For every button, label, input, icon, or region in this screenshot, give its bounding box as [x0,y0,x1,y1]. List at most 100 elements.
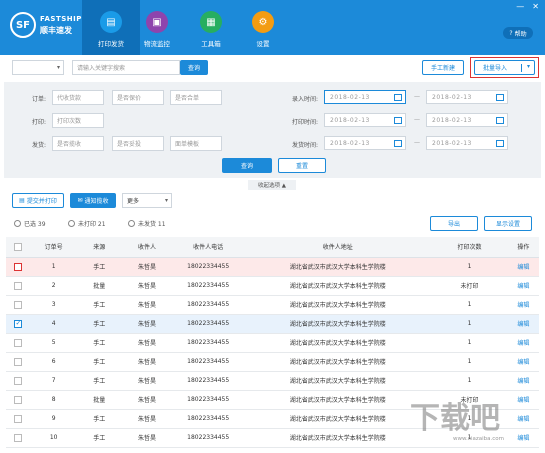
select-all-checkbox[interactable] [14,242,23,251]
source: 手工 [76,295,123,315]
edit-link[interactable]: 编辑 [517,378,529,385]
tab-unshipped[interactable]: 未发货 11 [128,219,166,228]
calendar-icon[interactable] [394,94,402,101]
recipient: 朱哲昊 [122,409,172,429]
date-field[interactable]: 2018-02-13 [426,90,508,104]
order-no: 6 [30,352,77,372]
filter-select[interactable]: 是否合单 [170,90,222,105]
chevron-down-icon: ▾ [164,197,168,204]
help-icon: ? [509,29,513,37]
nav-settings[interactable]: ⚙ 设置 [234,0,292,55]
chevron-down-icon: ▾ [56,64,60,71]
row-checkbox[interactable] [14,414,23,423]
filter-select[interactable]: 是否妥投 [112,136,164,151]
row-checkbox[interactable] [14,300,23,309]
row-checkbox[interactable] [14,395,23,404]
circle-icon [128,220,135,227]
reset-button[interactable]: 重置 [278,158,326,173]
close-button[interactable]: ✕ [532,2,539,11]
source: 手工 [76,428,123,448]
recipient: 朱哲昊 [122,390,172,410]
print-count: 1 [431,314,508,334]
table-row[interactable]: 5 手工 朱哲昊 18022334455 湖北省武汉市武汉大学本科生学院楼 1 编辑 [6,333,539,353]
source: 手工 [76,333,123,353]
recipient: 朱哲昊 [122,371,172,391]
minimize-button[interactable]: — [516,2,524,11]
edit-link[interactable]: 编辑 [517,359,529,366]
table-row[interactable]: 4手工朱哲昊18022334455湖北省武汉市武汉大学本科生学院楼1 编辑 [6,314,539,334]
col-operation: 操作 [507,237,539,258]
nav-toolbox[interactable]: ▦ 工具箱 [182,0,240,55]
ship-time-label: 发货时间: [292,142,319,149]
row-checkbox[interactable] [14,262,23,271]
phone: 18022334455 [171,333,245,353]
order-no: 4 [30,314,77,334]
submit-print-button[interactable]: ▤ 提交并打印 [12,193,64,208]
date-field[interactable]: 2018-02-13 [324,113,406,127]
filter-select[interactable]: 代收货款 [52,90,104,105]
row-checkbox[interactable] [14,281,23,290]
order-no: 8 [30,390,77,410]
table-row[interactable]: 3 手工 朱哲昊 18022334455 湖北省武汉市武汉大学本科生学院楼 1 编辑 [6,295,539,315]
tab-selected[interactable]: 已选 39 [14,219,46,228]
row-checkbox[interactable] [14,338,23,347]
query-button[interactable]: 查询 [222,158,272,173]
calendar-icon[interactable] [496,140,504,147]
watermark: 下载吧 [400,385,545,453]
search-button[interactable]: 查询 [180,60,208,75]
app-logo: SF FASTSHIP 顺丰速发 [10,12,82,38]
logo-mark: SF [10,12,36,38]
recipient: 朱哲昊 [122,257,172,277]
edit-link[interactable]: 编辑 [517,264,529,271]
col-phone: 收件人电话 [171,237,245,258]
notify-pickup-button[interactable]: ✉ 通知揽收 [70,193,116,208]
date-field[interactable]: 2018-02-13 [426,136,508,150]
date-field[interactable]: 2018-02-13 [426,113,508,127]
logo-en-text: FASTSHIP [40,14,82,23]
watermark-url: www.xiazaiba.com [453,436,505,442]
filter-select[interactable]: 面单模板 [170,136,222,151]
table-row[interactable]: 1 手工 朱哲昊 18022334455 湖北省武汉市武汉大学本科生学院楼 1 编辑 [6,257,539,277]
help-button[interactable]: ? 帮助 [503,27,533,39]
col-order-no: 订单号 [30,237,77,258]
edit-link[interactable]: 编辑 [517,302,529,309]
tab-unprinted[interactable]: 未打印 21 [68,219,106,228]
filter-select[interactable]: 是否保价 [112,90,164,105]
display-settings-button[interactable]: 显示设置 [484,216,532,231]
calendar-icon[interactable] [496,117,504,124]
nav-label: 设置 [256,40,270,48]
source: 手工 [76,314,123,334]
edit-link[interactable]: 编辑 [517,321,529,328]
printer-icon: ▤ [100,11,122,33]
address: 湖北省武汉市武汉大学本科生学院楼 [244,333,432,353]
gear-icon: ⚙ [252,11,274,33]
table-row[interactable]: 2 批量 朱哲昊 18022334455 湖北省武汉市武汉大学本科生学院楼 未打印 编辑 [6,276,539,296]
order-no: 3 [30,295,77,315]
monitor-icon: ▣ [146,11,168,33]
edit-link[interactable]: 编辑 [517,340,529,347]
address: 湖北省武汉市武汉大学本科生学院楼 [244,314,432,334]
order-no: 10 [30,428,77,448]
search-input[interactable]: 请输入关键字搜索 [72,60,180,75]
more-select[interactable]: 更多 ▾ [122,193,172,208]
table-row[interactable]: 6 手工 朱哲昊 18022334455 湖北省武汉市武汉大学本科生学院楼 1 编辑 [6,352,539,372]
search-scope-select[interactable]: ▾ [12,60,64,75]
export-button[interactable]: 导出 [430,216,478,231]
calendar-icon[interactable] [496,94,504,101]
manual-new-button[interactable]: 手工新建 [422,60,464,75]
date-field[interactable]: 2018-02-13 [324,136,406,150]
calendar-icon[interactable] [394,117,402,124]
calendar-icon[interactable] [394,140,402,147]
nav-logistics[interactable]: ▣ 物流监控 [128,0,186,55]
collapse-options-toggle[interactable]: 收起选项 ▲ [248,180,296,190]
row-checkbox[interactable] [14,376,23,385]
row-checkbox[interactable] [14,357,23,366]
edit-link[interactable]: 编辑 [517,283,529,290]
col-address: 收件人地址 [244,237,432,258]
date-field[interactable]: 2018-02-13 [324,90,406,104]
phone: 18022334455 [171,371,245,391]
filter-select[interactable]: 打印次数 [52,113,104,128]
row-checkbox[interactable] [14,433,23,442]
row-checkbox[interactable] [14,319,23,328]
filter-select[interactable]: 是否揽收 [52,136,104,151]
